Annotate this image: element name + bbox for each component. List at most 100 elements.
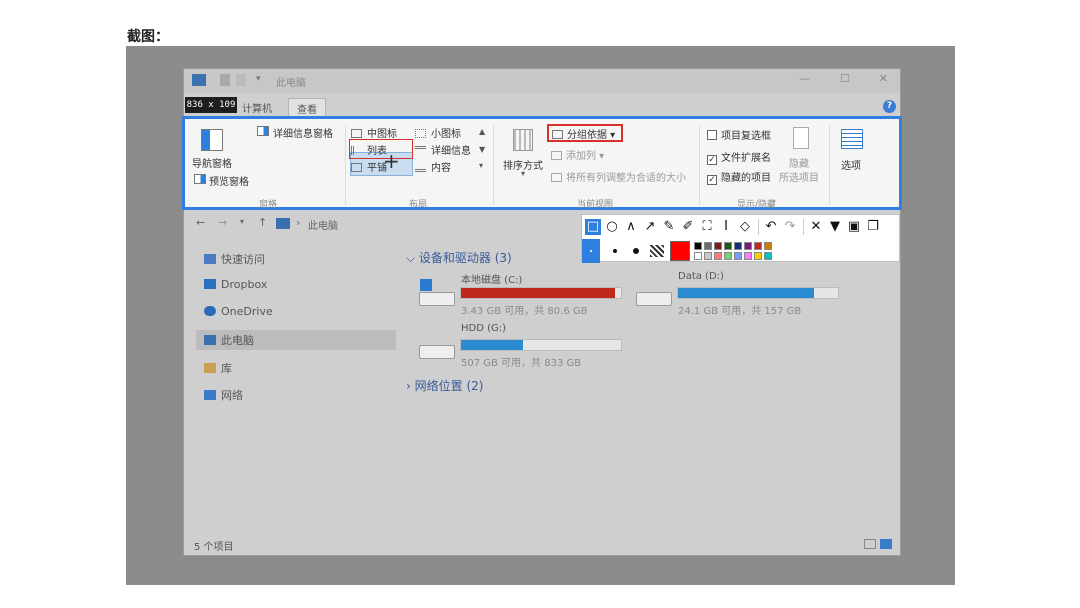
fit-columns-button[interactable]: 将所有列调整为合适的大小 (551, 169, 686, 184)
maximize-button[interactable]: ☐ (840, 72, 850, 85)
color-swatch[interactable] (724, 252, 732, 260)
copy-icon[interactable]: ❐ (865, 219, 881, 235)
selection-handles-box[interactable] (349, 139, 413, 159)
sidebar-item-quick-access[interactable]: 快速访问 (204, 251, 265, 267)
layout-medium-icons[interactable]: 中图标 (351, 125, 397, 140)
hidden-items-toggle[interactable]: ✓ 隐藏的项目 (707, 169, 771, 185)
ribbon-tabs: 计算机 查看 (184, 96, 900, 118)
drive-g-name[interactable]: HDD (G:) (461, 323, 506, 334)
computer-icon (192, 74, 206, 86)
layout-details[interactable]: 详细信息 (415, 142, 471, 157)
selection-size-badge: 836 x 109 (185, 97, 237, 113)
large-icons-view-icon[interactable] (880, 539, 892, 549)
group-by-button[interactable]: 分组依据 ▾ (552, 126, 615, 141)
up-button[interactable]: ↑ (258, 216, 267, 229)
cancel-icon[interactable]: ✕ (808, 219, 824, 235)
mosaic-tool-icon[interactable]: ⛶ (699, 219, 715, 235)
checkbox-checked[interactable]: ✓ (707, 155, 717, 165)
line-tool-icon[interactable]: ∧ (623, 219, 639, 235)
pattern-fill-icon[interactable] (650, 245, 664, 257)
marker-tool-icon[interactable]: ✐ (680, 219, 696, 235)
color-swatch[interactable] (694, 252, 702, 260)
redo-icon[interactable]: ↷ (782, 219, 798, 235)
options-button[interactable]: 选项 (841, 157, 861, 172)
details-view-icon[interactable] (864, 539, 876, 549)
properties-icon[interactable] (220, 74, 230, 86)
item-checkboxes-toggle[interactable]: 项目复选框 (707, 127, 771, 142)
pen-tool-icon[interactable]: ✎ (661, 219, 677, 235)
sidebar-item-network[interactable]: 网络 (204, 387, 243, 403)
color-swatch[interactable] (734, 242, 742, 250)
sidebar-item-libraries[interactable]: 库 (204, 360, 232, 376)
color-swatch[interactable] (744, 242, 752, 250)
nav-pane-button[interactable]: 导航窗格 (192, 155, 232, 170)
size-medium-icon[interactable] (613, 249, 617, 253)
color-swatch[interactable] (724, 242, 732, 250)
color-swatch[interactable] (704, 252, 712, 260)
eraser-tool-icon[interactable]: ◇ (737, 219, 753, 235)
hide-button[interactable]: 隐藏 (789, 155, 809, 170)
tab-computer[interactable]: 计算机 (242, 100, 272, 115)
layout-small-icons[interactable]: 小图标 (415, 125, 461, 140)
tab-view[interactable]: 查看 (288, 98, 326, 118)
details-pane-button[interactable]: 详细信息窗格 (273, 125, 333, 140)
size-large-icon[interactable] (633, 248, 639, 254)
checkbox-checked[interactable]: ✓ (707, 175, 717, 185)
new-folder-icon[interactable] (236, 74, 246, 86)
minimize-button[interactable]: — (799, 72, 810, 85)
back-button[interactable]: ← (196, 216, 205, 229)
preview-pane-button[interactable]: 预览窗格 (209, 173, 249, 188)
sidebar-item-onedrive[interactable]: OneDrive (204, 305, 273, 318)
sort-icon (513, 129, 533, 151)
pin-icon[interactable]: ▼ (827, 219, 843, 235)
color-swatch[interactable] (754, 242, 762, 250)
sidebar-item-dropbox[interactable]: Dropbox (204, 278, 267, 291)
qat-dropdown-icon[interactable]: ▾ (256, 74, 270, 86)
group-label-current-view: 当前视图 (577, 200, 614, 210)
color-swatch[interactable] (714, 242, 722, 250)
arrow-tool-icon[interactable]: ↗ (642, 219, 658, 235)
color-swatch[interactable] (764, 252, 772, 260)
text-tool-icon[interactable]: I (718, 219, 734, 235)
color-swatch[interactable] (694, 242, 702, 250)
drive-d-icon (636, 292, 672, 306)
undo-icon[interactable]: ↶ (763, 219, 779, 235)
layout-scroll-down-icon[interactable]: ▼ (479, 145, 485, 154)
file-extensions-toggle[interactable]: ✓ 文件扩展名 (707, 149, 771, 165)
drive-d-name[interactable]: Data (D:) (678, 271, 724, 282)
star-icon (204, 254, 216, 264)
network-section-header[interactable]: › 网络位置 (2) (406, 377, 483, 394)
brush-options-row (582, 239, 899, 263)
layout-content[interactable]: 内容 (415, 159, 451, 174)
save-icon[interactable]: ▣ (846, 219, 862, 235)
sort-dropdown-icon[interactable]: ▾ (521, 169, 525, 178)
rectangle-tool-icon[interactable]: □ (585, 219, 601, 235)
drive-g-usage-bar (460, 339, 622, 351)
checkbox-unchecked[interactable] (707, 130, 717, 140)
ellipse-tool-icon[interactable]: ○ (604, 219, 620, 235)
layout-scroll-up-icon[interactable]: ▲ (479, 127, 485, 136)
sidebar-item-this-pc[interactable]: 此电脑 (196, 330, 396, 350)
color-swatch[interactable] (764, 242, 772, 250)
drive-c-name[interactable]: 本地磁盘 (C:) (461, 271, 522, 286)
recent-dropdown-icon[interactable]: ▾ (240, 217, 244, 226)
forward-button[interactable]: → (218, 216, 227, 229)
layout-more-icon[interactable]: ▾ (479, 161, 483, 170)
breadcrumb-this-pc[interactable]: 此电脑 (308, 217, 338, 232)
color-swatch[interactable] (704, 242, 712, 250)
layout-tiles[interactable]: 平铺 (351, 159, 387, 174)
color-swatch[interactable] (754, 252, 762, 260)
drive-c-usage-bar (460, 287, 622, 299)
help-icon[interactable]: ? (883, 100, 896, 113)
small-icons-icon (415, 129, 426, 138)
color-swatch[interactable] (744, 252, 752, 260)
close-button[interactable]: ✕ (879, 72, 888, 85)
add-column-button[interactable]: 添加列 ▾ (551, 147, 604, 162)
title-bar[interactable]: ▾ 此电脑 — ☐ ✕ (184, 69, 900, 93)
windows-drive-icon (419, 292, 455, 306)
current-color-swatch[interactable] (670, 241, 690, 261)
color-swatch[interactable] (714, 252, 722, 260)
color-swatch[interactable] (734, 252, 742, 260)
drive-d-info: 24.1 GB 可用，共 157 GB (678, 306, 802, 317)
devices-section-header[interactable]: ⌵ 设备和驱动器 (3) (406, 249, 512, 266)
